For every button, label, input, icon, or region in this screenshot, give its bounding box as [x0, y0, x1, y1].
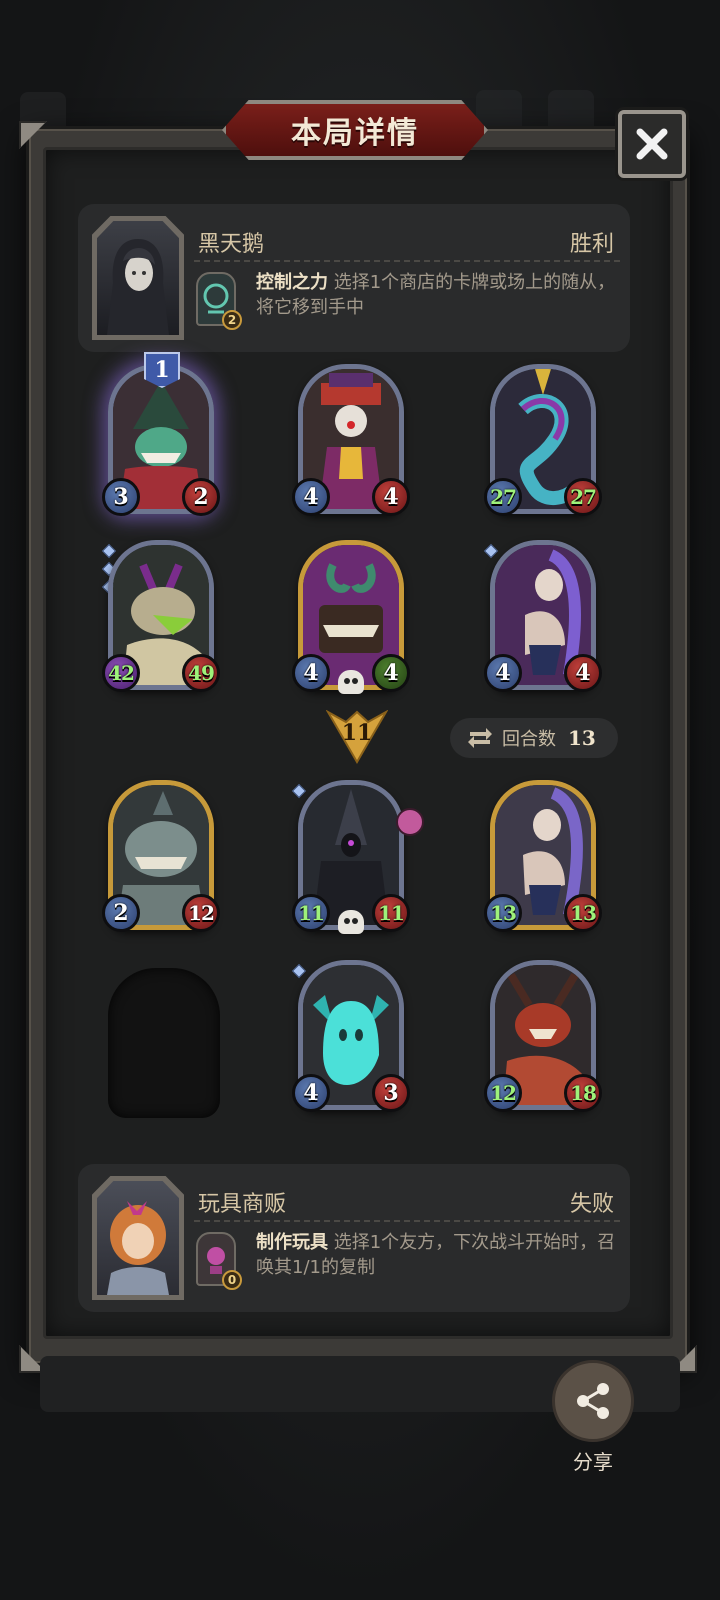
health-stat: 27 — [564, 478, 602, 516]
health-stat: 49 — [182, 654, 220, 692]
round-count: 回合数 13 — [450, 718, 618, 758]
share-button[interactable] — [552, 1360, 634, 1442]
divider — [194, 1220, 620, 1222]
buff-marker — [291, 963, 307, 979]
attack-stat: 27 — [484, 478, 522, 516]
round-value: 13 — [568, 726, 596, 750]
health-stat: 2 — [182, 478, 220, 516]
share-label: 分享 — [573, 1450, 613, 1474]
health-stat: 4 — [372, 478, 410, 516]
health-stat: 4 — [372, 654, 410, 692]
skill-name: 控制之力 — [256, 272, 328, 293]
attack-stat: 4 — [484, 654, 522, 692]
attack-stat: 2 — [102, 894, 140, 932]
winner-result: 胜利 — [569, 232, 614, 257]
minion-card[interactable]: 4 4 — [483, 540, 602, 696]
divider — [194, 260, 620, 262]
minion-card[interactable]: 27 27 — [484, 364, 602, 520]
winner-panel: 黑天鹅 胜利 2 控制之力 选择1个商店的卡牌或场上的随从，将它移到手中 — [78, 204, 630, 352]
attack-stat: 42 — [102, 654, 140, 692]
loser-name: 玩具商贩 — [198, 1192, 287, 1217]
share-icon — [577, 1383, 609, 1419]
skill-icon[interactable]: 2 — [196, 272, 242, 330]
buff-marker — [291, 783, 307, 799]
skill-name: 制作玩具 — [256, 1232, 328, 1253]
minion-card[interactable]: 12 18 — [484, 960, 602, 1116]
health-stat: 12 — [182, 894, 220, 932]
skull-icon — [338, 670, 364, 694]
round-label: 回合数 — [502, 729, 556, 750]
attack-stat: 4 — [292, 478, 330, 516]
refresh-icon — [468, 728, 492, 748]
minion-card[interactable]: 13 13 — [484, 780, 602, 936]
turn-marker: 11 — [326, 710, 388, 764]
health-stat: 13 — [564, 894, 602, 932]
winner-avatar[interactable] — [92, 216, 184, 340]
winner-name: 黑天鹅 — [198, 232, 265, 257]
health-stat: 4 — [564, 654, 602, 692]
attack-stat: 11 — [292, 894, 330, 932]
buff-marker — [483, 543, 499, 559]
skill-icon[interactable]: 0 — [196, 1232, 242, 1290]
loser-avatar[interactable] — [92, 1176, 184, 1300]
health-stat: 11 — [372, 894, 410, 932]
health-stat: 18 — [564, 1074, 602, 1112]
skill-cost-badge: 0 — [222, 1270, 242, 1290]
loser-panel: 玩具商贩 失败 0 制作玩具 选择1个友方，下次战斗开始时，召唤其1/1的复制 — [78, 1164, 630, 1312]
loser-result: 失败 — [569, 1192, 614, 1217]
skill-description: 控制之力 选择1个商店的卡牌或场上的随从，将它移到手中 — [256, 270, 616, 320]
title-plate: 本局详情 — [222, 100, 488, 160]
skill-description: 制作玩具 选择1个友方，下次战斗开始时，召唤其1/1的复制 — [256, 1230, 616, 1280]
minion-card[interactable]: 4 4 — [292, 364, 410, 520]
attack-stat: 3 — [102, 478, 140, 516]
minion-card[interactable]: 2 12 — [102, 780, 220, 936]
skill-cost-badge: 2 — [222, 310, 242, 330]
minion-card[interactable]: 11 11 — [291, 780, 424, 936]
close-icon — [636, 128, 668, 160]
close-button[interactable] — [618, 110, 686, 178]
empty-board-slot — [108, 968, 220, 1118]
minion-card[interactable]: 1 3 2 — [102, 352, 220, 520]
minion-card[interactable]: 4 3 — [291, 960, 410, 1116]
minion-card[interactable]: 42 49 — [101, 540, 220, 696]
turn-number: 11 — [341, 720, 373, 746]
minion-card[interactable]: 4 4 — [292, 540, 410, 696]
attack-stat: 12 — [484, 1074, 522, 1112]
attack-stat: 4 — [292, 654, 330, 692]
buff-marker — [101, 543, 117, 559]
attack-stat: 4 — [292, 1074, 330, 1112]
bomb-icon — [396, 808, 424, 836]
attack-stat: 13 — [484, 894, 522, 932]
skull-icon — [338, 910, 364, 934]
page-title: 本局详情 — [291, 116, 419, 151]
health-stat: 3 — [372, 1074, 410, 1112]
